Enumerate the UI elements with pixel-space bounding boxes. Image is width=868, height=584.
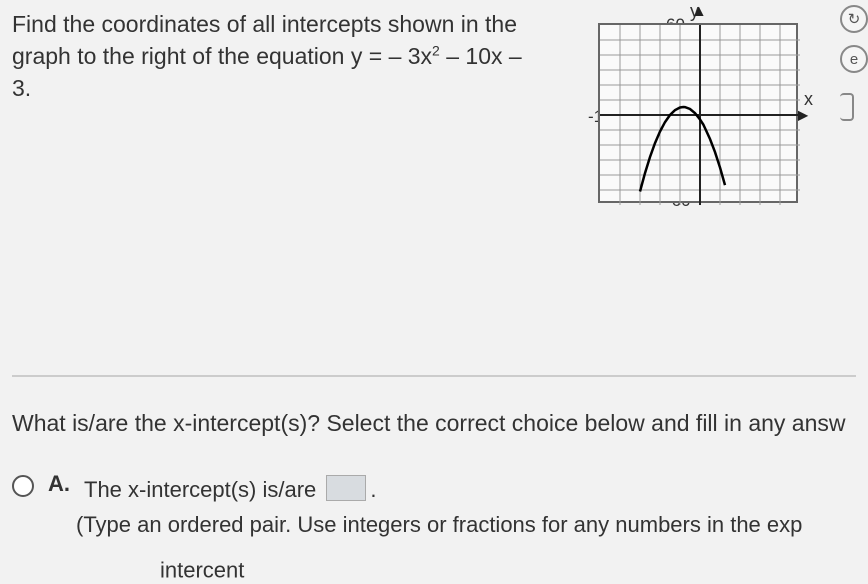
cutoff-text: intercent [160, 558, 244, 584]
tool-icon[interactable]: e [840, 45, 868, 73]
choice-text: The x-intercept(s) is/are . [84, 471, 377, 506]
axes [600, 25, 800, 205]
side-toolbar: ↻ e [840, 5, 868, 121]
answer-choice-a[interactable]: A. The x-intercept(s) is/are . [12, 471, 856, 506]
question-exponent: 2 [432, 43, 440, 59]
answer-prompt: What is/are the x-intercept(s)? Select t… [12, 397, 856, 453]
question-line1: Find the coordinates of all intercepts s… [12, 11, 517, 37]
parabola-curve [640, 107, 725, 192]
graph-container: y x 60 -60 -10 10 ▲ ▶ [580, 5, 815, 225]
graph-plot [598, 23, 798, 203]
refresh-icon[interactable]: ↻ [840, 5, 868, 33]
question-text: Find the coordinates of all intercepts s… [12, 8, 532, 105]
partial-tool-icon[interactable] [840, 93, 854, 121]
question-line2-pre: graph to the right of the equation y = –… [12, 43, 432, 69]
section-divider [12, 375, 856, 377]
choice-text-pre: The x-intercept(s) is/are [84, 477, 322, 502]
choice-label-a: A. [48, 471, 70, 497]
y-axis-arrow-icon: ▲ [691, 3, 707, 21]
choice-text-post: . [370, 477, 376, 502]
answer-input[interactable] [326, 475, 366, 501]
radio-a[interactable] [12, 475, 34, 497]
cutoff-area: intercent [0, 538, 868, 568]
choice-hint: (Type an ordered pair. Use integers or f… [76, 512, 856, 538]
